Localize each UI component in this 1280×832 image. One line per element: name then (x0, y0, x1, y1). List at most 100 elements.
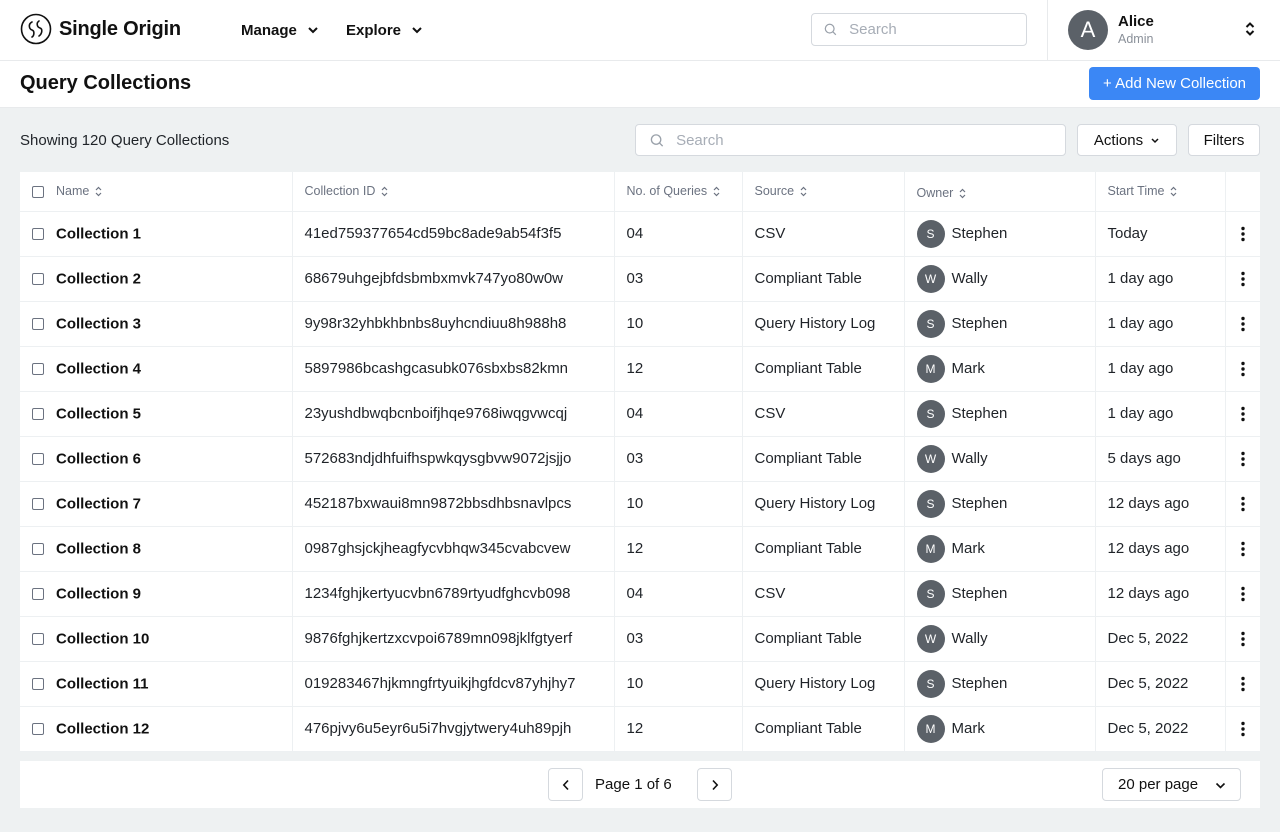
owner-name: Wally (951, 450, 988, 467)
cell-owner: S Stephen (904, 391, 1096, 437)
cell-owner: W Wally (904, 616, 1096, 662)
per-page-select[interactable]: 20 per page (1102, 768, 1241, 801)
table-row[interactable]: Collection 1 41ed759377654cd59bc8ade9ab54… (20, 211, 1261, 257)
collection-search[interactable] (635, 124, 1066, 156)
nav-explore[interactable]: Explore (346, 0, 423, 60)
cell-collection-id: 476pjvy6u5eyr6u5i7hvgjytwery4uh89pjh (292, 706, 615, 752)
chevron-up-down-icon[interactable] (1244, 21, 1256, 37)
row-checkbox[interactable] (32, 452, 44, 465)
row-actions-button[interactable] (1238, 541, 1261, 557)
cell-name: Collection 2 (20, 256, 293, 302)
table-row[interactable]: Collection 3 9y98r32yhbkhbnbs8uyhcndiuu8h… (20, 301, 1261, 347)
column-label: No. of Queries (626, 184, 708, 199)
cell-collection-id: 68679uhgejbfdsbmbxmvk747yo80w0w (292, 256, 615, 302)
collection-name[interactable]: Collection 11 (56, 675, 149, 692)
column-header-queries[interactable]: No. of Queries (614, 172, 743, 212)
nav-manage[interactable]: Manage (241, 0, 319, 60)
sort-icon[interactable] (1170, 186, 1177, 197)
row-checkbox[interactable] (32, 227, 44, 240)
row-actions-button[interactable] (1238, 496, 1261, 512)
row-actions-button[interactable] (1238, 451, 1261, 467)
collection-name[interactable]: Collection 8 (56, 540, 141, 557)
cell-source: Compliant Table (742, 346, 905, 392)
sort-icon[interactable] (800, 186, 807, 197)
column-header-start-time[interactable]: Start Time (1095, 172, 1226, 212)
collection-name[interactable]: Collection 1 (56, 225, 141, 242)
cell-collection-id: 9y98r32yhbkhbnbs8uyhcndiuu8h988h8 (292, 301, 615, 347)
cell-start-time: 1 day ago (1095, 346, 1226, 392)
global-search-input[interactable] (849, 21, 1026, 38)
collection-name[interactable]: Collection 3 (56, 315, 141, 332)
cell-collection-id: 452187bxwaui8mn9872bbsdhbsnavlpcs (292, 481, 615, 527)
table-row[interactable]: Collection 4 5897986bcashgcasubk076sbxbs8… (20, 346, 1261, 392)
logo-icon (20, 13, 52, 45)
sort-icon[interactable] (959, 188, 966, 199)
row-checkbox[interactable] (32, 722, 44, 735)
previous-page-button[interactable] (548, 768, 583, 801)
filters-button[interactable]: Filters (1188, 124, 1260, 156)
row-actions-button[interactable] (1238, 676, 1261, 692)
table-row[interactable]: Collection 7 452187bxwaui8mn9872bbsdhbsna… (20, 481, 1261, 527)
row-checkbox[interactable] (32, 272, 44, 285)
row-checkbox[interactable] (32, 407, 44, 420)
add-new-collection-button[interactable]: + Add New Collection (1089, 67, 1260, 100)
select-all-checkbox[interactable] (32, 185, 44, 198)
cell-name: Collection 1 (20, 211, 293, 257)
row-checkbox[interactable] (32, 632, 44, 645)
collection-name[interactable]: Collection 7 (56, 495, 141, 512)
cell-source: CSV (742, 391, 905, 437)
owner-name: Wally (951, 630, 988, 647)
column-header-owner[interactable]: Owner (904, 172, 1096, 212)
row-checkbox[interactable] (32, 677, 44, 690)
row-actions-button[interactable] (1238, 721, 1261, 737)
row-checkbox[interactable] (32, 497, 44, 510)
table-row[interactable]: Collection 9 1234fghjkertyucvbn6789rtyudf… (20, 571, 1261, 617)
sort-icon[interactable] (381, 186, 388, 197)
cell-collection-id: 41ed759377654cd59bc8ade9ab54f3f5 (292, 211, 615, 257)
row-checkbox[interactable] (32, 587, 44, 600)
table-row[interactable]: Collection 10 9876fghjkertzxcvpoi6789mn09… (20, 616, 1261, 662)
user-menu[interactable]: A Alice Admin (1068, 10, 1154, 50)
sort-icon[interactable] (713, 186, 720, 197)
divider (1047, 0, 1048, 60)
table-row[interactable]: Collection 5 23yushdbwqbcnboifjhqe9768iwq… (20, 391, 1261, 437)
next-page-button[interactable] (697, 768, 732, 801)
column-header-name[interactable]: Name (20, 172, 293, 212)
row-actions-button[interactable] (1238, 226, 1261, 242)
row-actions-button[interactable] (1238, 361, 1261, 377)
row-actions-button[interactable] (1238, 271, 1261, 287)
table-row[interactable]: Collection 12 476pjvy6u5eyr6u5i7hvgjytwer… (20, 706, 1261, 752)
row-checkbox[interactable] (32, 317, 44, 330)
column-header-collection-id[interactable]: Collection ID (292, 172, 615, 212)
collection-search-input[interactable] (676, 131, 1065, 149)
collection-name[interactable]: Collection 12 (56, 720, 149, 737)
row-actions-button[interactable] (1238, 316, 1261, 332)
global-search[interactable] (811, 13, 1027, 46)
column-header-source[interactable]: Source (742, 172, 905, 212)
table-row[interactable]: Collection 2 68679uhgejbfdsbmbxmvk747yo80… (20, 256, 1261, 302)
table-row[interactable]: Collection 8 0987ghsjckjheagfycvbhqw345cv… (20, 526, 1261, 572)
collection-name[interactable]: Collection 10 (56, 630, 149, 647)
row-actions-button[interactable] (1238, 406, 1261, 422)
cell-row-actions (1225, 436, 1261, 482)
collection-name[interactable]: Collection 4 (56, 360, 141, 377)
cell-row-actions (1225, 346, 1261, 392)
collection-name[interactable]: Collection 5 (56, 405, 141, 422)
cell-start-time: 1 day ago (1095, 301, 1226, 347)
row-checkbox[interactable] (32, 362, 44, 375)
cell-row-actions (1225, 256, 1261, 302)
row-actions-button[interactable] (1238, 631, 1261, 647)
collection-name[interactable]: Collection 9 (56, 585, 141, 602)
table-row[interactable]: Collection 6 572683ndjdhfuifhspwkqysgbvw9… (20, 436, 1261, 482)
table-row[interactable]: Collection 11 019283467hjkmngfrtyuikjhgfd… (20, 661, 1261, 707)
sort-icon[interactable] (95, 186, 102, 197)
actions-button[interactable]: Actions (1077, 124, 1177, 156)
logo[interactable]: Single Origin (20, 13, 181, 45)
row-checkbox[interactable] (32, 542, 44, 555)
cell-collection-id: 0987ghsjckjheagfycvbhqw345cvabcvew (292, 526, 615, 572)
collection-name[interactable]: Collection 2 (56, 270, 141, 287)
cell-name: Collection 8 (20, 526, 293, 572)
more-vertical-icon (1241, 271, 1245, 286)
collection-name[interactable]: Collection 6 (56, 450, 141, 467)
row-actions-button[interactable] (1238, 586, 1261, 602)
